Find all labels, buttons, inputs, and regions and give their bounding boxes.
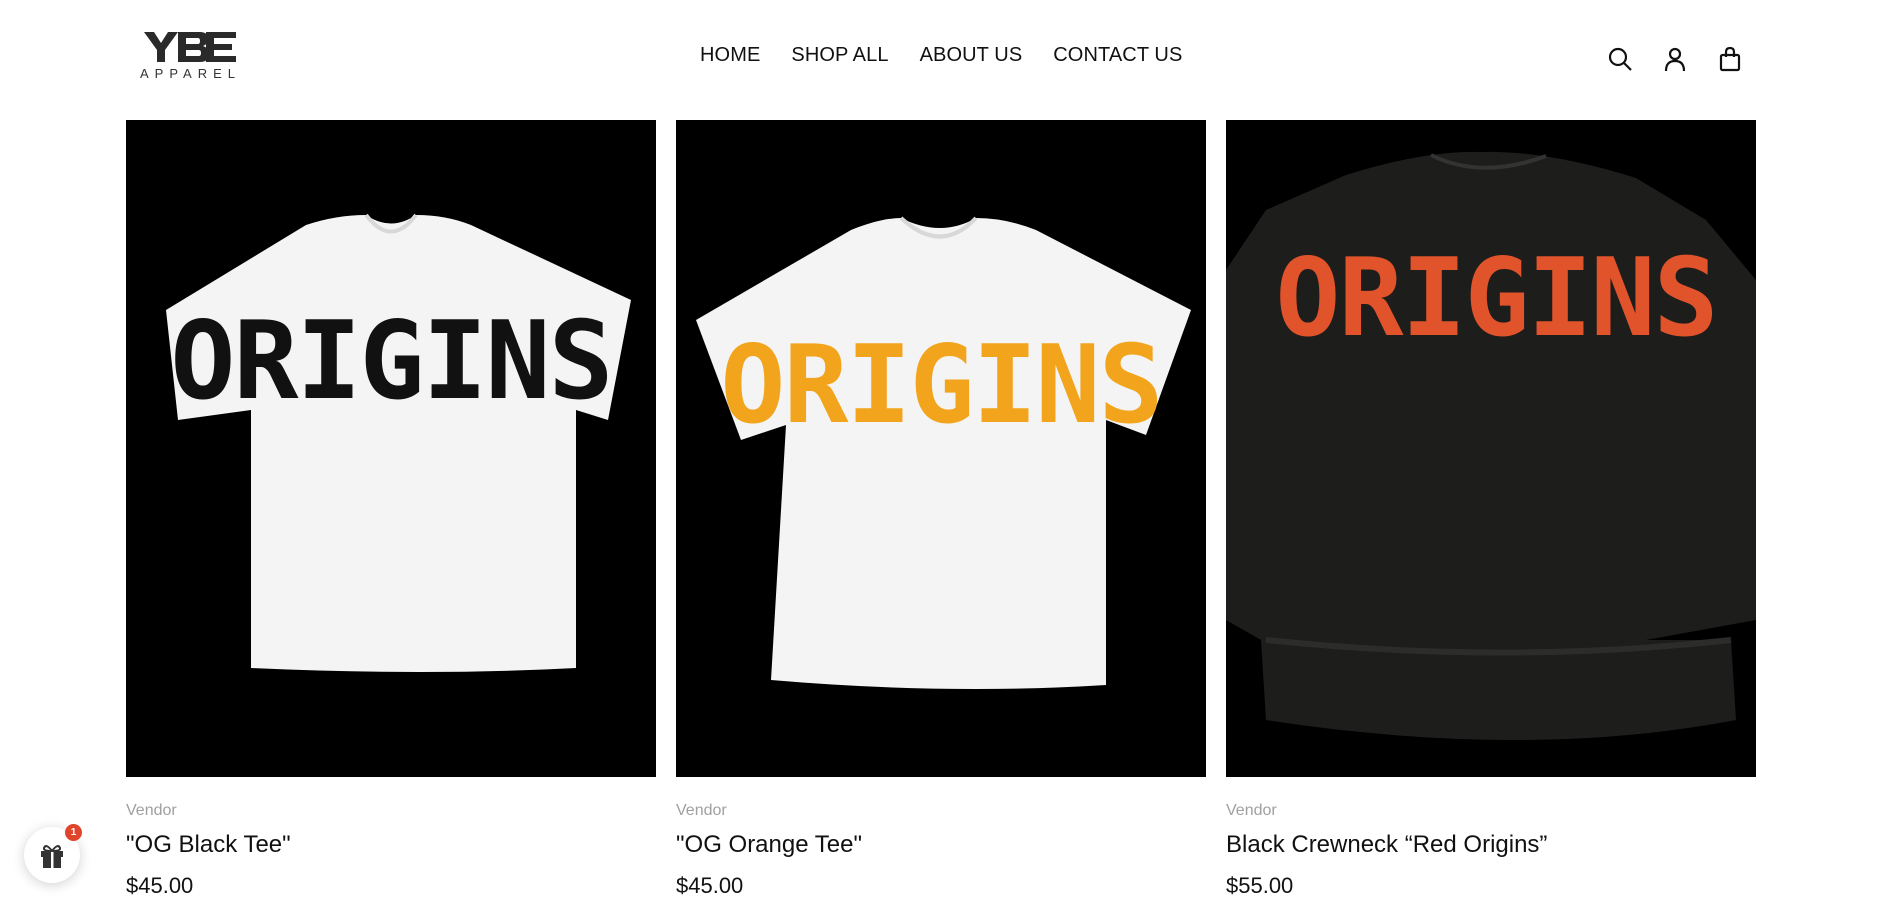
product-vendor: Vendor bbox=[1226, 802, 1277, 819]
product-grid: ORIGINS Vendor "OG Black Tee" $45.00 ORI… bbox=[126, 120, 1756, 899]
black-crewneck-image: ORIGINS bbox=[1226, 120, 1756, 777]
gift-badge: 1 bbox=[65, 824, 82, 841]
nav-contact-us[interactable]: CONTACT US bbox=[1053, 44, 1182, 67]
print-graphic: ORIGINS bbox=[170, 299, 611, 424]
logo-subtitle: APPAREL bbox=[140, 66, 242, 81]
print-graphic: ORIGINS bbox=[1275, 236, 1716, 361]
product-image[interactable]: ORIGINS bbox=[1226, 120, 1756, 777]
product-image[interactable]: ORIGINS bbox=[126, 120, 656, 777]
product-card: ORIGINS Vendor "OG Orange Tee" $45.00 bbox=[676, 120, 1206, 899]
product-image[interactable]: ORIGINS bbox=[676, 120, 1206, 777]
product-title[interactable]: Black Crewneck “Red Origins” bbox=[1226, 831, 1756, 859]
main-nav: HOME SHOP ALL ABOUT US CONTACT US bbox=[700, 44, 1182, 67]
search-icon[interactable] bbox=[1605, 44, 1635, 74]
product-card: ORIGINS Vendor Black Crewneck “Red Origi… bbox=[1226, 120, 1756, 899]
nav-home[interactable]: HOME bbox=[700, 44, 760, 67]
brand-logo[interactable]: APPAREL bbox=[140, 30, 240, 84]
header-icons bbox=[1605, 44, 1745, 74]
account-icon[interactable] bbox=[1660, 44, 1690, 74]
nav-about-us[interactable]: ABOUT US bbox=[920, 44, 1023, 67]
product-title[interactable]: "OG Black Tee" bbox=[126, 831, 656, 859]
product-card: ORIGINS Vendor "OG Black Tee" $45.00 bbox=[126, 120, 656, 899]
gift-widget-button[interactable]: 1 bbox=[24, 824, 82, 883]
logo-mark bbox=[144, 32, 236, 62]
product-price: $45.00 bbox=[126, 873, 194, 898]
product-vendor: Vendor bbox=[676, 802, 727, 819]
product-title[interactable]: "OG Orange Tee" bbox=[676, 831, 1206, 859]
cart-icon[interactable] bbox=[1715, 44, 1745, 74]
site-header: APPAREL HOME SHOP ALL ABOUT US CONTACT U… bbox=[0, 0, 1877, 120]
product-price: $55.00 bbox=[1226, 873, 1294, 898]
nav-shop-all[interactable]: SHOP ALL bbox=[791, 44, 888, 67]
product-price: $45.00 bbox=[676, 873, 744, 898]
product-vendor: Vendor bbox=[126, 802, 177, 819]
white-tee-image: ORIGINS bbox=[676, 120, 1206, 777]
print-graphic: ORIGINS bbox=[720, 323, 1161, 448]
white-tee-image: ORIGINS bbox=[126, 120, 656, 777]
gift-icon bbox=[41, 845, 63, 868]
